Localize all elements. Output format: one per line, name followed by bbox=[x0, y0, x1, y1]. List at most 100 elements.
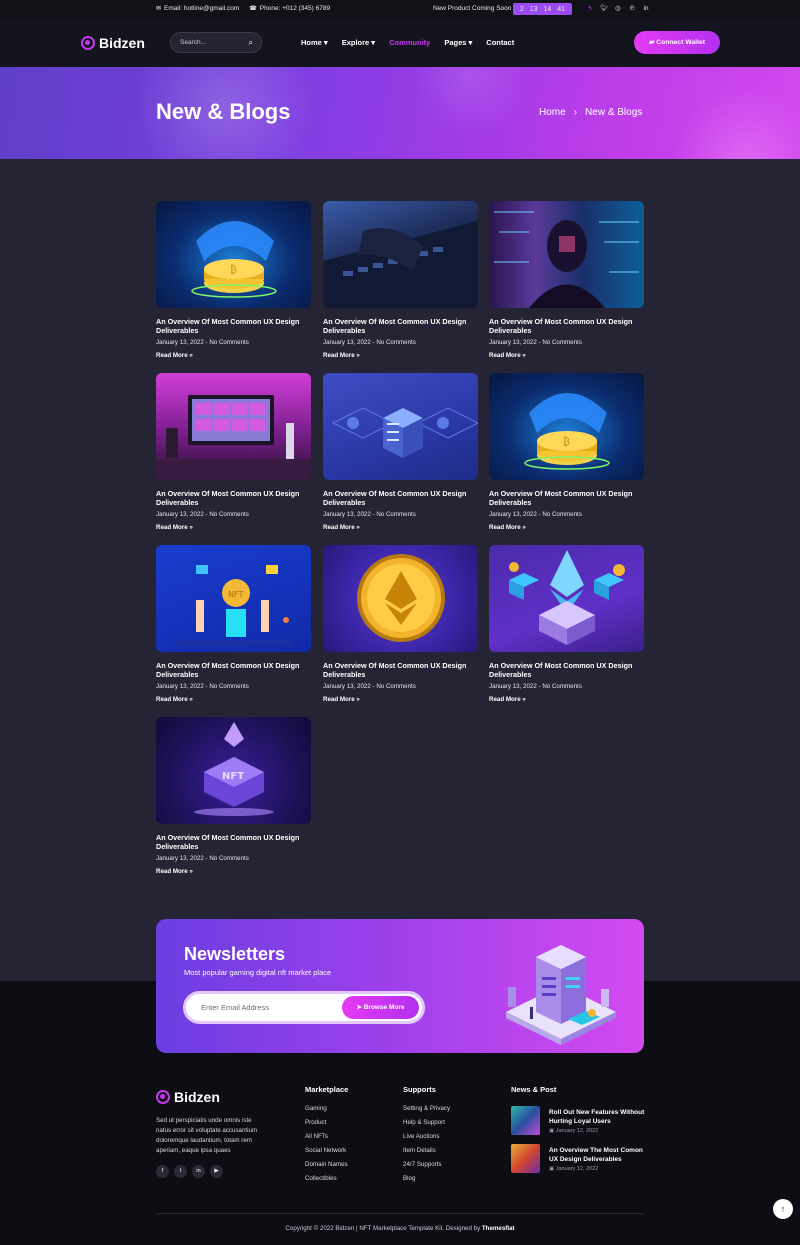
blog-title[interactable]: An Overview Of Most Common UX Design Del… bbox=[323, 317, 478, 335]
blog-card[interactable]: An Overview Of Most Common UX Design Del… bbox=[323, 201, 478, 359]
thumbnail-art bbox=[331, 407, 478, 458]
read-more-link[interactable]: Read More » bbox=[489, 696, 644, 703]
blog-thumbnail[interactable] bbox=[489, 545, 644, 652]
blog-title[interactable]: An Overview Of Most Common UX Design Del… bbox=[156, 489, 311, 507]
blog-thumbnail[interactable] bbox=[489, 201, 644, 308]
blog-card[interactable]: An Overview Of Most Common UX Design Del… bbox=[156, 373, 311, 531]
footer-link[interactable]: Collectibles bbox=[305, 1175, 348, 1189]
read-more-link[interactable]: Read More » bbox=[489, 524, 644, 531]
blog-thumbnail[interactable] bbox=[323, 201, 478, 308]
connect-wallet-button[interactable]: ▰ Connect Wallet bbox=[634, 31, 720, 54]
search-icon[interactable]: ⌕ bbox=[249, 38, 253, 48]
contact-info: ✉ Email: hotline@gmail.com ☎ Phone: +012 (… bbox=[156, 5, 330, 12]
blog-card[interactable]: An Overview Of Most Common UX Design Del… bbox=[323, 373, 478, 531]
blog-title[interactable]: An Overview Of Most Common UX Design Del… bbox=[489, 317, 644, 335]
browse-more-button[interactable]: ➤ Browse More bbox=[342, 996, 419, 1019]
top-social-links: ϟ 🐦︎ ◎ ℗ in bbox=[586, 4, 650, 13]
youtube-icon[interactable]: ▶ bbox=[210, 1165, 223, 1178]
phone-icon: ☎ bbox=[249, 6, 257, 12]
blog-card[interactable]: ₿ An Overview Of Most Common UX Design De… bbox=[156, 201, 311, 359]
read-more-link[interactable]: Read More » bbox=[323, 352, 478, 359]
linkedin-icon[interactable]: in bbox=[642, 5, 650, 12]
footer-news-title: News & Post bbox=[511, 1085, 557, 1094]
breadcrumb-home[interactable]: Home bbox=[539, 107, 566, 118]
footer-link[interactable]: 24/7 Supports bbox=[403, 1161, 450, 1175]
blog-thumbnail[interactable] bbox=[156, 373, 311, 480]
blog-thumbnail[interactable] bbox=[323, 545, 478, 652]
svg-text:NFT: NFT bbox=[222, 771, 244, 782]
footer-link[interactable]: Live Auctions bbox=[403, 1133, 450, 1147]
blog-card[interactable]: NFT An Overview Of Most Common UX Design … bbox=[156, 545, 311, 703]
pinterest-icon[interactable]: ℗ bbox=[628, 5, 636, 12]
countdown-days: 2 bbox=[519, 5, 524, 13]
instagram-icon[interactable]: ◎ bbox=[614, 4, 622, 12]
footer-news-post[interactable]: Roll Out New Features Without Hurting Lo… bbox=[511, 1106, 651, 1136]
facebook-icon[interactable]: f bbox=[156, 1165, 169, 1178]
read-more-link[interactable]: Read More » bbox=[156, 868, 311, 875]
newsletter-email-field[interactable]: Enter Email Address ➤ Browse More bbox=[183, 991, 425, 1024]
blog-thumbnail[interactable]: ₿ bbox=[489, 373, 644, 480]
read-more-link[interactable]: Read More » bbox=[156, 524, 311, 531]
nav-community[interactable]: Community bbox=[389, 38, 430, 47]
footer-news-post[interactable]: An Overview The Most Comon UX Design Del… bbox=[511, 1144, 651, 1174]
chevron-down-icon: ▾ bbox=[466, 38, 473, 47]
blog-title[interactable]: An Overview Of Most Common UX Design Del… bbox=[489, 489, 644, 507]
footer-link[interactable]: Item Details bbox=[403, 1147, 450, 1161]
blog-title[interactable]: An Overview Of Most Common UX Design Del… bbox=[489, 661, 644, 679]
news-date: ▣ January 12, 2022 bbox=[549, 1128, 598, 1134]
blog-thumbnail[interactable]: NFT bbox=[156, 545, 311, 652]
logo[interactable]: Bidzen bbox=[81, 35, 145, 51]
countdown-seconds: 41 bbox=[557, 5, 566, 13]
footer-logo[interactable]: Bidzen bbox=[156, 1089, 220, 1105]
blog-thumbnail[interactable] bbox=[323, 373, 478, 480]
blog-card[interactable]: ₿ An Overview Of Most Common UX Design De… bbox=[489, 373, 644, 531]
phone-label: Phone: +012 (345) 6789 bbox=[259, 5, 331, 12]
linkedin-icon[interactable]: in bbox=[192, 1165, 205, 1178]
thumbnail-art: ₿ bbox=[191, 221, 277, 298]
footer-link[interactable]: Social Network bbox=[305, 1147, 348, 1161]
footer-link[interactable]: Domain Names bbox=[305, 1161, 348, 1175]
footer-link[interactable]: All NFTs bbox=[305, 1133, 348, 1147]
twitter-icon[interactable]: t bbox=[174, 1165, 187, 1178]
read-more-link[interactable]: Read More » bbox=[156, 352, 311, 359]
blog-card[interactable]: An Overview Of Most Common UX Design Del… bbox=[489, 201, 644, 359]
copyright-author[interactable]: Themesflat bbox=[482, 1225, 515, 1232]
blog-title[interactable]: An Overview Of Most Common UX Design Del… bbox=[156, 661, 311, 679]
footer-link[interactable]: Gaming bbox=[305, 1105, 348, 1119]
blog-card[interactable]: NFT An Overview Of Most Common UX Design … bbox=[156, 717, 311, 875]
footer-link[interactable]: Help & Support bbox=[403, 1119, 450, 1133]
blog-meta: January 13, 2022 - No Comments bbox=[489, 683, 582, 690]
breadcrumb-current: New & Blogs bbox=[585, 107, 643, 118]
nav-explore[interactable]: Explore ▾ bbox=[342, 38, 375, 47]
read-more-link[interactable]: Read More » bbox=[156, 696, 311, 703]
twitter-icon[interactable]: 🐦︎ bbox=[600, 4, 608, 12]
read-more-link[interactable]: Read More » bbox=[323, 696, 478, 703]
news-title: An Overview The Most Comon UX Design Del… bbox=[549, 1147, 643, 1163]
footer-link[interactable]: Product bbox=[305, 1119, 348, 1133]
phone-info[interactable]: ☎ Phone: +012 (345) 6789 bbox=[249, 5, 330, 12]
breadcrumb-separator: › bbox=[573, 107, 578, 118]
blog-thumbnail[interactable]: ₿ bbox=[156, 201, 311, 308]
blog-title[interactable]: An Overview Of Most Common UX Design Del… bbox=[156, 833, 311, 851]
nav-contact[interactable]: Contact bbox=[486, 38, 514, 47]
nav-home[interactable]: Home ▾ bbox=[301, 38, 328, 47]
twitch-icon[interactable]: ϟ bbox=[586, 5, 594, 12]
scroll-to-top-button[interactable]: ↑ bbox=[773, 1199, 793, 1219]
blog-title[interactable]: An Overview Of Most Common UX Design Del… bbox=[156, 317, 311, 335]
blog-card[interactable]: An Overview Of Most Common UX Design Del… bbox=[323, 545, 478, 703]
blog-thumbnail[interactable]: NFT bbox=[156, 717, 311, 824]
footer-supports: Supports Setting & Privacy Help & Suppor… bbox=[403, 1085, 450, 1189]
email-info[interactable]: ✉ Email: hotline@gmail.com bbox=[156, 5, 239, 12]
footer-link[interactable]: Blog bbox=[403, 1175, 450, 1189]
blog-title[interactable]: An Overview Of Most Common UX Design Del… bbox=[323, 661, 478, 679]
newsletter-title: Newsletters bbox=[184, 944, 286, 964]
blog-card[interactable]: An Overview Of Most Common UX Design Del… bbox=[489, 545, 644, 703]
nav-pages[interactable]: Pages ▾ bbox=[444, 38, 472, 47]
read-more-link[interactable]: Read More » bbox=[489, 352, 644, 359]
read-more-link[interactable]: Read More » bbox=[323, 524, 478, 531]
isometric-building-illustration bbox=[506, 945, 616, 1045]
search-input[interactable]: Search... ⌕ bbox=[170, 32, 262, 53]
logo-text: Bidzen bbox=[99, 35, 145, 51]
footer-link[interactable]: Setting & Privacy bbox=[403, 1105, 450, 1119]
blog-title[interactable]: An Overview Of Most Common UX Design Del… bbox=[323, 489, 478, 507]
